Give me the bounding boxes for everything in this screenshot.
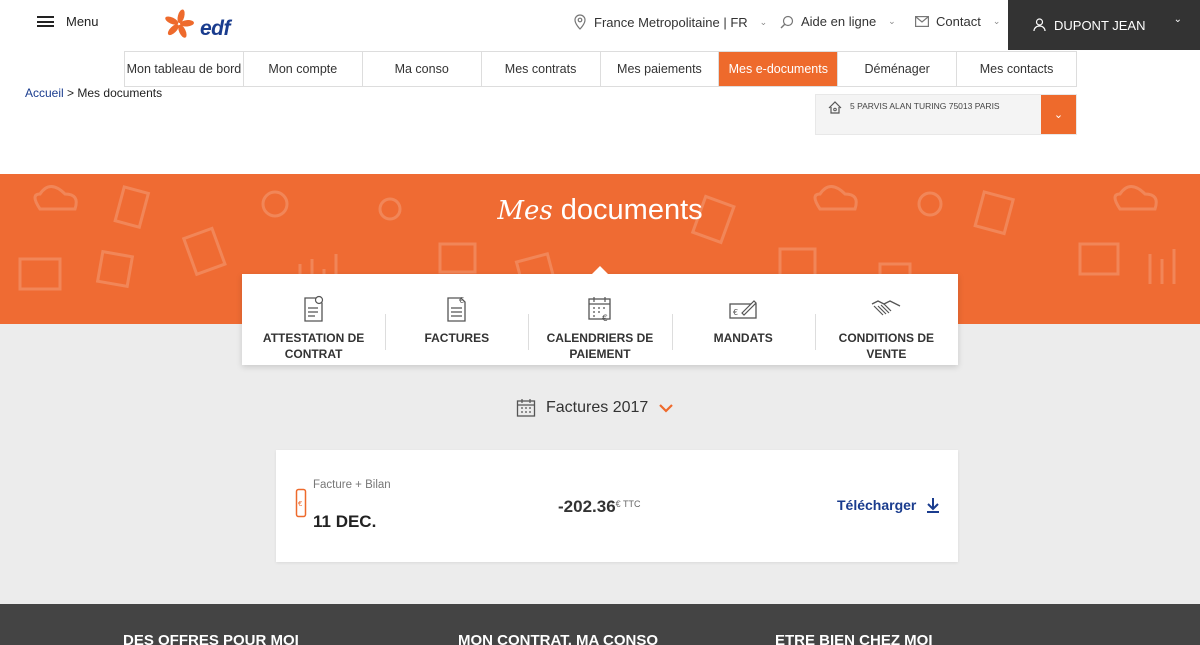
invoice-euro-icon: € [447,296,466,322]
category-label-line1: CONDITIONS DE [838,331,935,345]
invoice-type: Facture + Bilan [313,479,391,491]
svg-text:€: € [459,296,464,305]
breadcrumb-separator: > [67,86,75,100]
address-selector[interactable]: 5 PARVIS ALAN TURING 75013 PARIS ⌄ [815,94,1077,135]
tab-demenager[interactable]: Déménager [838,52,958,86]
calendar-euro-icon: € [588,297,611,324]
download-label: Télécharger [837,497,917,513]
category-label-line2: CONTRAT [284,347,343,361]
download-icon [927,498,940,513]
category-mandats[interactable]: € MANDATS [671,274,815,365]
tab-mes-contrats[interactable]: Mes contrats [482,52,601,86]
category-label-line1: ATTESTATION DE [262,331,365,345]
tab-tableau-de-bord[interactable]: Mon tableau de bord [125,52,244,86]
svg-text:€: € [602,314,608,324]
invoice-amount-suffix: € TTC [615,499,641,509]
tab-mes-e-documents[interactable]: Mes e-documents [719,52,839,86]
chevron-down-icon: ⌄ [1053,109,1064,121]
page-title-script: Mes [497,196,553,226]
category-label-line2: PAIEMENT [569,347,631,361]
tab-mes-paiements[interactable]: Mes paiements [601,52,720,86]
breadcrumb-home-link[interactable]: Accueil [25,86,64,100]
region-label: France Metropolitaine | FR [594,14,748,30]
handshake-icon [872,300,901,316]
category-label: ATTESTATION DE CONTRAT [263,330,364,362]
user-menu[interactable]: DUPONT JEAN ⌄ [1008,0,1200,50]
chevron-down-icon: ⌄ [992,16,1001,26]
category-factures[interactable]: € FACTURES [385,274,528,365]
invoice-card: € Facture + Bilan 11 DEC. -202.36€ TTC T… [276,450,958,562]
svg-text:€: € [298,500,302,508]
year-selector[interactable]: Factures 2017 [516,398,674,418]
category-label-line1: FACTURES [424,331,490,345]
calendar-icon [516,399,536,417]
home-icon [828,101,842,114]
invoice-date: 11 DEC. [313,512,377,531]
tab-mes-contacts[interactable]: Mes contacts [957,52,1076,86]
chevron-down-icon: ⌄ [888,16,896,26]
invoice-amount-value: -202.36 [558,497,616,516]
tab-ma-conso[interactable]: Ma conso [363,52,482,86]
page-title-rest: documents [560,194,703,226]
category-label: CONDITIONS DE VENTE [839,330,934,362]
logo-text: edf [200,17,231,40]
category-label-line1: MANDATS [713,331,773,345]
edf-logo[interactable]: edf [159,8,243,44]
chevron-down-icon [659,404,674,413]
hamburger-icon [37,16,54,27]
user-icon [1033,18,1046,32]
footer-heading-contract[interactable]: MON CONTRAT, MA CONSO [458,632,658,645]
location-pin-icon [574,14,586,30]
bill-phone-icon: € [295,488,307,518]
menu-label: Menu [66,14,99,29]
cheque-icon: € [729,300,758,319]
category-calendriers[interactable]: € CALENDRIERS DE PAIEMENT [528,274,671,365]
envelope-icon [915,16,929,27]
category-label-line1: CALENDRIERS DE [546,331,654,345]
tab-mon-compte[interactable]: Mon compte [244,52,363,86]
address-display: 5 PARVIS ALAN TURING 75013 PARIS [816,95,1041,134]
contact-label: Contact [936,14,981,29]
download-button[interactable]: Télécharger [837,497,940,513]
category-label: MANDATS [714,330,773,346]
page-title: Mes documents [0,194,1200,227]
footer-heading-home[interactable]: ETRE BIEN CHEZ MOI [775,632,933,645]
category-label-line2: VENTE [866,347,907,361]
main-nav: Mon tableau de bord Mon compte Ma conso … [124,51,1077,87]
category-attestation[interactable]: ATTESTATION DE CONTRAT [242,274,385,365]
category-label: FACTURES [424,330,489,346]
help-label: Aide en ligne [801,14,877,29]
breadcrumb-current: Mes documents [77,86,163,100]
footer-heading-offers[interactable]: DES OFFRES POUR MOI [123,632,299,645]
certificate-icon [303,295,323,322]
svg-text:€: € [733,308,738,317]
user-name: DUPONT JEAN [1054,17,1146,33]
search-icon [780,15,794,28]
year-selector-label: Factures 2017 [546,399,649,416]
address-dropdown-button[interactable]: ⌄ [1041,95,1076,134]
footer: DES OFFRES POUR MOI MON CONTRAT, MA CONS… [0,604,1200,645]
category-label: CALENDRIERS DE PAIEMENT [547,330,654,362]
address-text: 5 PARVIS ALAN TURING 75013 PARIS [850,101,1000,111]
help-link[interactable]: Aide en ligne ⌄ [780,14,896,29]
edf-flower-logo-icon [165,9,194,38]
menu-button[interactable]: Menu [37,14,99,29]
contact-link[interactable]: Contact ⌄ [915,14,1000,29]
invoice-amount: -202.36€ TTC [558,497,641,517]
document-categories: ATTESTATION DE CONTRAT € FACTURES € CALE… [242,266,958,365]
region-selector[interactable]: France Metropolitaine | FR ⌄ [573,14,767,30]
chevron-down-icon: ⌄ [1173,14,1182,25]
breadcrumb: Accueil > Mes documents [25,86,162,100]
chevron-down-icon: ⌄ [759,16,768,27]
top-header: Menu edf France Metropolitaine | FR ⌄ Ai… [0,0,1200,50]
category-conditions[interactable]: CONDITIONS DE VENTE [814,274,958,365]
